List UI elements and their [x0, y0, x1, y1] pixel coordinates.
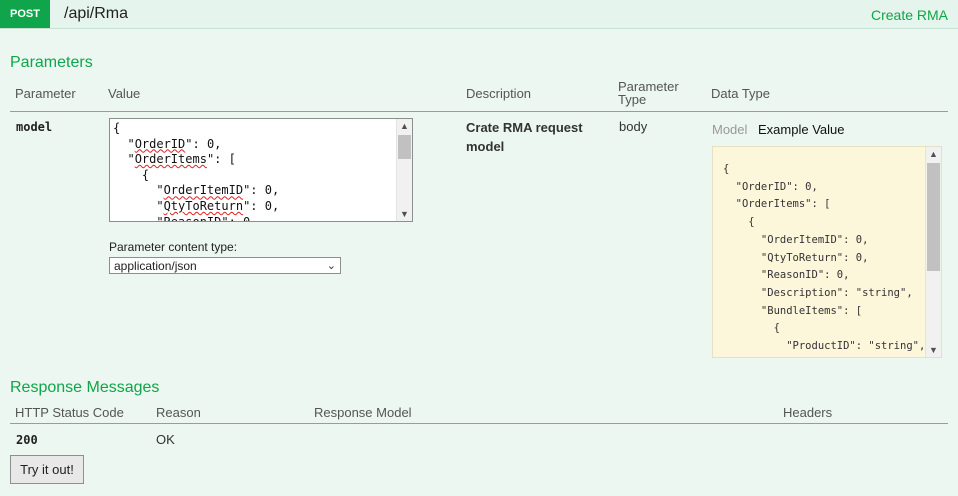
col-header-response-model: Response Model: [314, 405, 412, 420]
operation-summary-link[interactable]: Create RMA: [871, 7, 948, 23]
http-method-badge[interactable]: POST: [0, 0, 50, 28]
example-box-scrollbar[interactable]: ▲ ▼: [925, 147, 941, 357]
scroll-up-arrow-icon[interactable]: ▲: [926, 147, 941, 161]
scroll-down-arrow-icon[interactable]: ▼: [926, 343, 941, 357]
responses-header-divider: [10, 423, 948, 424]
body-value-textarea[interactable]: { "OrderID": 0, "OrderItems": [ { "Order…: [109, 118, 413, 222]
response-messages-title: Response Messages: [10, 379, 160, 396]
col-header-parameter: Parameter: [15, 86, 76, 101]
col-header-description: Description: [466, 86, 532, 101]
example-value-text[interactable]: { "OrderID": 0, "OrderItems": [ { "Order…: [713, 147, 941, 357]
operation-path[interactable]: /api/Rma: [64, 5, 128, 23]
col-header-reason: Reason: [156, 405, 201, 420]
response-reason: OK: [156, 432, 175, 447]
scroll-up-arrow-icon[interactable]: ▲: [397, 119, 412, 133]
chevron-down-icon[interactable]: ⌄: [327, 258, 336, 275]
body-value-text[interactable]: { "OrderID": 0, "OrderItems": [ { "Order…: [110, 119, 412, 221]
content-type-selected: application/json: [114, 259, 197, 273]
example-value-box[interactable]: { "OrderID": 0, "OrderItems": [ { "Order…: [712, 146, 942, 358]
col-header-parameter-type-line2: Type: [618, 92, 647, 107]
tab-example-value[interactable]: Example Value: [758, 122, 844, 137]
scrollbar-thumb[interactable]: [927, 163, 940, 271]
response-status-code: 200: [16, 433, 38, 447]
parameter-type-value: body: [619, 119, 648, 134]
parameters-header-divider: [10, 111, 948, 112]
scroll-down-arrow-icon[interactable]: ▼: [397, 207, 412, 221]
operation-header[interactable]: POST /api/Rma Create RMA: [0, 0, 958, 29]
col-header-data-type: Data Type: [711, 86, 771, 101]
tab-model[interactable]: Model: [712, 122, 747, 137]
col-header-headers: Headers: [783, 405, 833, 420]
content-type-select[interactable]: application/json ⌄: [109, 257, 341, 274]
body-textarea-scrollbar[interactable]: ▲ ▼: [396, 119, 412, 221]
parameters-title: Parameters: [10, 54, 93, 71]
col-header-parameter-type: Parameter Type: [618, 80, 679, 106]
col-header-status-code: HTTP Status Code: [15, 405, 124, 420]
col-header-value: Value: [108, 86, 141, 101]
try-it-out-button[interactable]: Try it out!: [10, 455, 84, 484]
scrollbar-thumb[interactable]: [398, 135, 411, 159]
parameter-name: model: [16, 120, 53, 134]
parameter-description: Crate RMA request model: [466, 120, 583, 154]
content-type-label: Parameter content type:: [109, 240, 238, 254]
